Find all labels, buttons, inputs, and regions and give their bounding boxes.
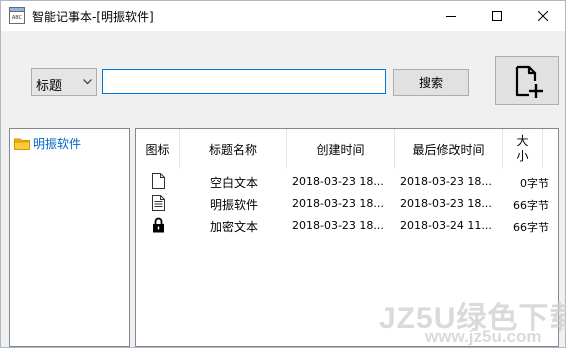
search-field-value: 标题 <box>36 79 63 94</box>
row-created: 2018-03-23 18... <box>292 197 384 210</box>
maximize-button[interactable] <box>474 1 520 31</box>
folder-icon <box>14 137 30 150</box>
app-window: ABC 智能记事本-[明振软件] 标题 搜索 明振软件 图标 标题名称 创建时间… <box>0 0 566 348</box>
search-input[interactable] <box>102 69 386 94</box>
search-button-label: 搜索 <box>418 76 443 90</box>
minimize-button[interactable] <box>428 1 474 31</box>
row-size: 66字节 <box>513 221 549 234</box>
column-header-modified[interactable]: 最后修改时间 <box>395 129 503 169</box>
column-header-size[interactable]: 大 小 <box>503 129 543 169</box>
notepad-app-icon: ABC <box>9 7 25 24</box>
new-note-button[interactable] <box>495 56 559 105</box>
minimize-icon <box>446 16 456 17</box>
window-title: 智能记事本-[明振软件] <box>32 10 154 24</box>
maximize-icon <box>492 11 502 21</box>
close-button[interactable] <box>520 1 566 31</box>
row-title: 加密文本 <box>210 220 259 234</box>
column-header-icon[interactable]: 图标 <box>136 129 180 169</box>
blank-file-icon <box>150 171 166 191</box>
list-header: 图标 标题名称 创建时间 最后修改时间 大 小 <box>136 129 558 169</box>
row-title: 明振软件 <box>210 198 259 212</box>
row-modified: 2018-03-24 11... <box>400 219 492 232</box>
close-icon <box>538 11 548 21</box>
row-modified: 2018-03-23 18... <box>400 197 492 210</box>
row-title: 空白文本 <box>210 176 259 190</box>
tree-item-label: 明振软件 <box>33 137 82 151</box>
row-size: 0字节 <box>520 177 549 190</box>
svg-text:ABC: ABC <box>12 15 23 21</box>
new-document-plus-icon <box>515 65 543 98</box>
row-created: 2018-03-23 18... <box>292 219 384 232</box>
column-header-created[interactable]: 创建时间 <box>287 129 395 169</box>
notes-list[interactable]: 图标 标题名称 创建时间 最后修改时间 大 小 空白文本 2018-03-23 … <box>135 128 559 347</box>
lock-icon <box>150 215 166 235</box>
chevron-down-icon <box>83 79 92 85</box>
row-size: 66字节 <box>513 199 549 212</box>
row-created: 2018-03-23 18... <box>292 175 384 188</box>
row-modified: 2018-03-23 18... <box>400 175 492 188</box>
column-header-title[interactable]: 标题名称 <box>180 129 287 169</box>
text-file-icon <box>150 193 166 213</box>
category-tree[interactable]: 明振软件 <box>9 128 130 347</box>
search-field-select[interactable]: 标题 <box>31 68 97 96</box>
list-row[interactable]: 明振软件 2018-03-23 18... 2018-03-23 18... 6… <box>136 193 558 215</box>
tree-item-mingzhen[interactable]: 明振软件 <box>14 135 81 152</box>
search-button[interactable]: 搜索 <box>393 69 469 96</box>
list-row[interactable]: 空白文本 2018-03-23 18... 2018-03-23 18... 0… <box>136 171 558 193</box>
list-row[interactable]: 加密文本 2018-03-23 18... 2018-03-24 11... 6… <box>136 215 558 237</box>
title-bar[interactable]: ABC 智能记事本-[明振软件] <box>1 1 565 31</box>
